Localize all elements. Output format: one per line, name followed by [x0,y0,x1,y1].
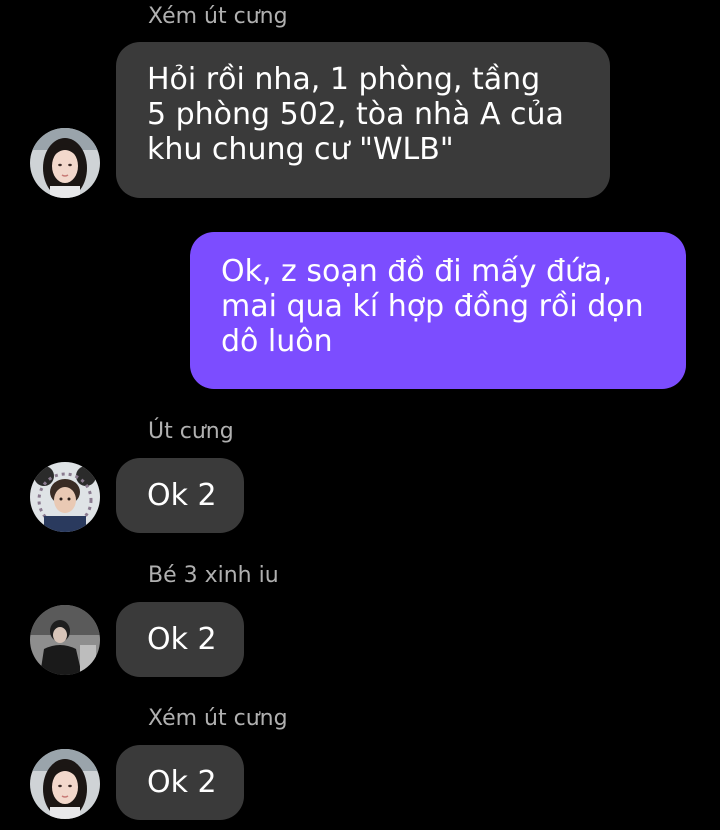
man-avatar-icon[interactable] [30,605,100,675]
girl-avatar-icon[interactable] [30,128,100,198]
boy-avatar-icon[interactable] [30,462,100,532]
chat-thread: Xém út cưng Hỏi rồi nha, 1 phòng, tầng 5… [0,0,720,830]
sender-name: Bé 3 xinh iu [148,563,279,588]
sender-name: Xém út cưng [148,706,288,731]
sender-name: Xém út cưng [148,4,288,29]
incoming-message-bubble[interactable]: Ok 2 [116,458,244,533]
incoming-message-bubble[interactable]: Ok 2 [116,745,244,820]
outgoing-message-bubble[interactable]: Ok, z soạn đồ đi mấy đứa, mai qua kí hợp… [190,232,686,389]
incoming-message-bubble[interactable]: Hỏi rồi nha, 1 phòng, tầng 5 phòng 502, … [116,42,610,198]
sender-name: Út cưng [148,419,234,444]
incoming-message-bubble[interactable]: Ok 2 [116,602,244,677]
girl-avatar-icon[interactable] [30,749,100,819]
